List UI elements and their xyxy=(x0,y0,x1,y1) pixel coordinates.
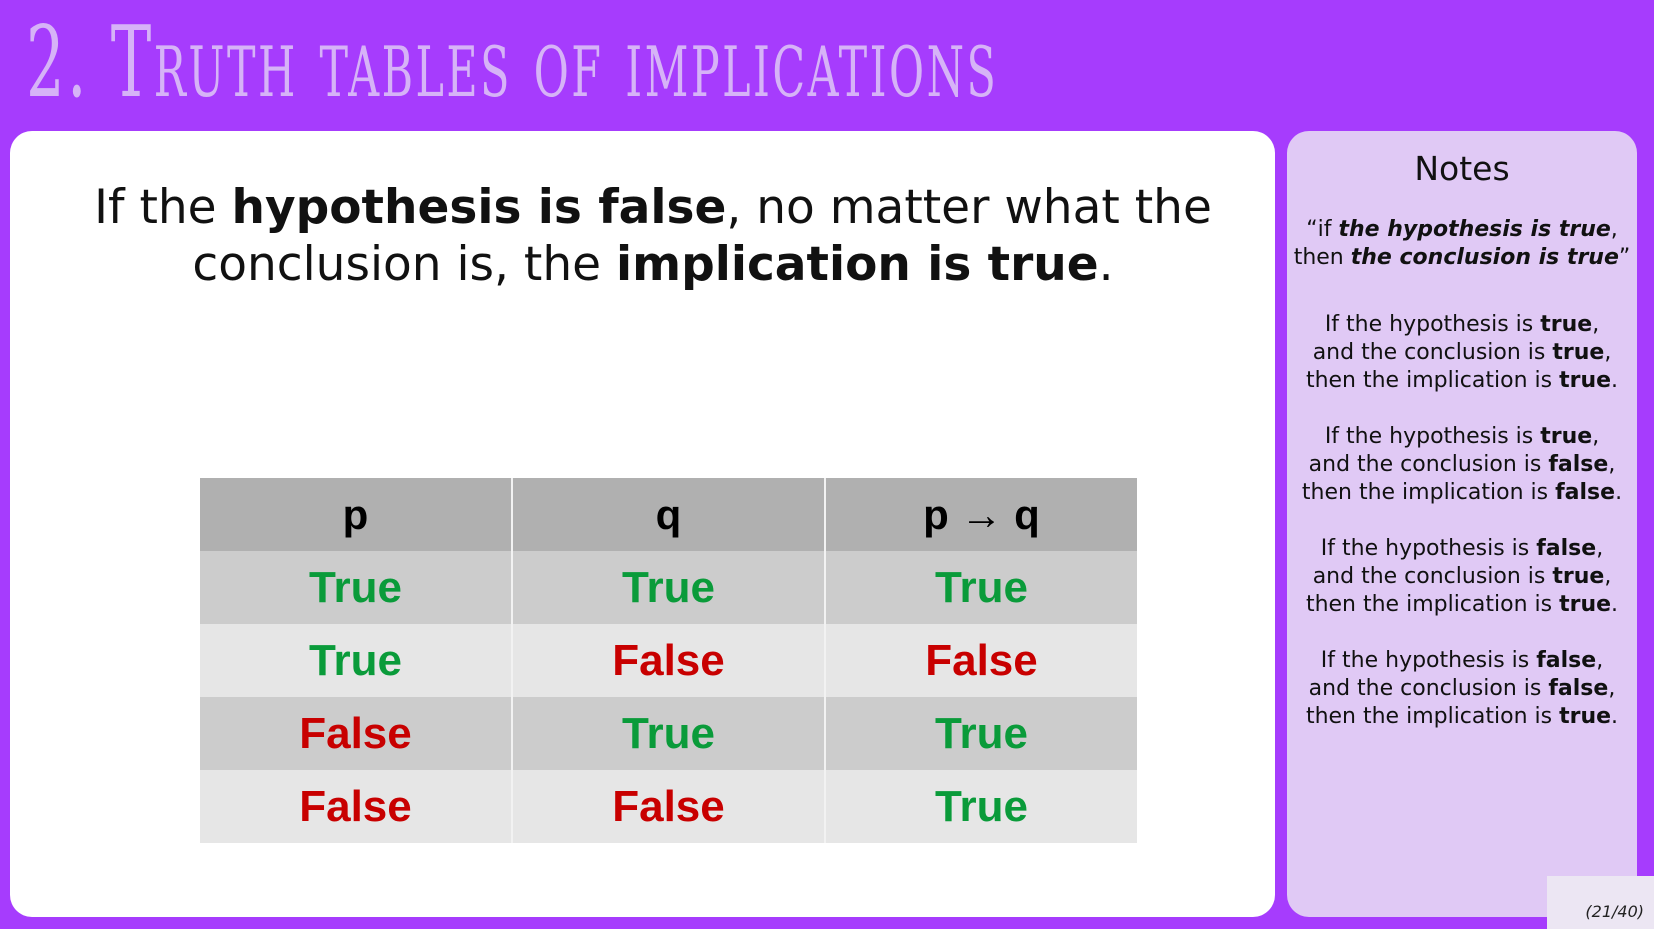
slide-title: 2. Truth tables of implications xyxy=(26,6,999,120)
note-line: If the hypothesis is xyxy=(1324,312,1541,337)
quote-open: “if xyxy=(1306,217,1339,242)
note-value: false xyxy=(1536,648,1597,673)
notes-title: Notes xyxy=(1414,149,1510,188)
cell-value: False xyxy=(512,770,826,843)
cell-value: False xyxy=(512,624,826,697)
statement-bold1: hypothesis is false xyxy=(231,180,727,235)
cell-value: True xyxy=(200,624,513,697)
statement-bold2: implication is true xyxy=(616,237,1099,292)
table-row: False False True xyxy=(200,770,1137,843)
note-value: true xyxy=(1540,424,1593,449)
note-value: true xyxy=(1559,592,1612,617)
note-value: false xyxy=(1548,676,1609,701)
quote-hypothesis: the hypothesis is true xyxy=(1338,217,1611,242)
header-q: q xyxy=(512,478,826,551)
note-line: and the conclusion is xyxy=(1312,564,1553,589)
note-line: and the conclusion is xyxy=(1308,676,1549,701)
note-value: false xyxy=(1536,536,1597,561)
cell-value: True xyxy=(200,551,513,624)
note-line: If the hypothesis is xyxy=(1320,648,1537,673)
page-number: (21/40) xyxy=(1585,902,1644,921)
statement-part1: If the xyxy=(94,180,232,235)
note-value: true xyxy=(1540,312,1593,337)
quote-close: ” xyxy=(1618,245,1631,270)
note-line: then the implication is xyxy=(1305,368,1560,393)
statement-part3: . xyxy=(1098,237,1114,292)
cell-value: True xyxy=(825,551,1137,624)
note-value: true xyxy=(1552,340,1605,365)
note-value: false xyxy=(1548,452,1609,477)
page-number-box: (21/40) xyxy=(1547,876,1654,929)
notes-quote: “if the hypothesis is true, then the con… xyxy=(1287,216,1637,272)
cell-value: True xyxy=(512,697,826,770)
table-row: True True True xyxy=(200,551,1137,624)
table-row: True False False xyxy=(200,624,1137,697)
note-line: and the conclusion is xyxy=(1312,340,1553,365)
note-value: true xyxy=(1559,368,1612,393)
note-line: then the implication is xyxy=(1301,480,1556,505)
main-content-panel: If the hypothesis is false, no matter wh… xyxy=(10,131,1275,917)
header-p: p xyxy=(200,478,513,551)
note-line: If the hypothesis is xyxy=(1324,424,1541,449)
quote-conclusion: the conclusion is true xyxy=(1350,245,1619,270)
note-line: then the implication is xyxy=(1305,592,1560,617)
note-block: If the hypothesis is true, and the concl… xyxy=(1305,312,1619,393)
note-value: false xyxy=(1555,480,1616,505)
note-value: true xyxy=(1552,564,1605,589)
cell-value: True xyxy=(825,697,1137,770)
statement-text: If the hypothesis is false, no matter wh… xyxy=(10,179,1296,293)
note-block: If the hypothesis is true, and the concl… xyxy=(1301,424,1623,505)
cell-value: True xyxy=(512,551,826,624)
note-block: If the hypothesis is false, and the conc… xyxy=(1305,648,1619,729)
truth-table-header-row: p q p → q xyxy=(200,478,1137,551)
note-value: true xyxy=(1559,704,1612,729)
cell-value: True xyxy=(825,770,1137,843)
table-row: False True True xyxy=(200,697,1137,770)
notes-panel: Notes “if the hypothesis is true, then t… xyxy=(1287,131,1637,917)
cell-value: False xyxy=(825,624,1137,697)
truth-table: p q p → q True True True True False Fals… xyxy=(200,478,1137,843)
note-line: and the conclusion is xyxy=(1308,452,1549,477)
cell-value: False xyxy=(200,770,513,843)
cell-value: False xyxy=(200,697,513,770)
note-block: If the hypothesis is false, and the conc… xyxy=(1305,536,1619,617)
note-line: If the hypothesis is xyxy=(1320,536,1537,561)
header-implication: p → q xyxy=(825,478,1137,551)
note-line: then the implication is xyxy=(1305,704,1560,729)
